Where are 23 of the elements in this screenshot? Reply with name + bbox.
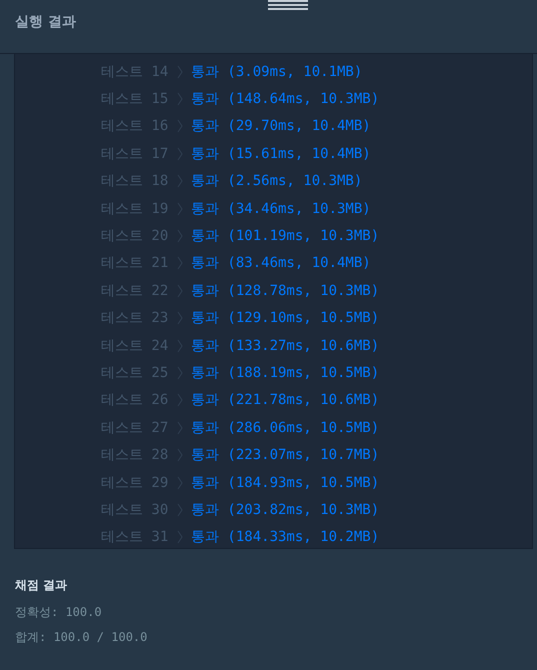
accuracy-score: 정확성: 100.0 [15, 604, 103, 621]
test-result: 통과 (129.10ms, 10.5MB) [191, 309, 380, 328]
drag-handle-icon[interactable] [268, 0, 308, 10]
test-result: 통과 (184.33ms, 10.2MB) [191, 528, 380, 546]
test-result: 통과 (101.19ms, 10.3MB) [191, 227, 380, 246]
test-result: 통과 (221.78ms, 10.6MB) [191, 391, 380, 410]
test-result: 통과 (128.78ms, 10.3MB) [191, 282, 380, 300]
test-result: 통과 (15.61ms, 10.4MB) [191, 144, 371, 163]
total-score: 합계: 100.0 / 100.0 [15, 629, 148, 646]
test-result: 통과 (148.64ms, 10.3MB) [191, 90, 380, 108]
test-result: 통과 (133.27ms, 10.6MB) [191, 336, 380, 355]
test-result: 통과 (188.19ms, 10.5MB) [191, 364, 380, 382]
panel-title: 실행 결과 [15, 13, 76, 31]
test-result: 통과 (203.82ms, 10.3MB) [191, 500, 380, 519]
test-result: 통과 (83.46ms, 10.4MB) [191, 254, 371, 272]
grading-title: 채점 결과 [15, 577, 68, 594]
test-result: 통과 (3.09ms, 10.1MB) [191, 62, 362, 81]
test-result: 통과 (223.07ms, 10.7MB) [191, 446, 380, 464]
test-result: 통과 (184.93ms, 10.5MB) [191, 474, 380, 492]
test-result: 통과 (29.70ms, 10.4MB) [191, 117, 371, 136]
test-result: 통과 (34.46ms, 10.3MB) [191, 200, 371, 218]
test-result: 통과 (2.56ms, 10.3MB) [191, 172, 362, 190]
test-result: 통과 (286.06ms, 10.5MB) [191, 418, 380, 437]
